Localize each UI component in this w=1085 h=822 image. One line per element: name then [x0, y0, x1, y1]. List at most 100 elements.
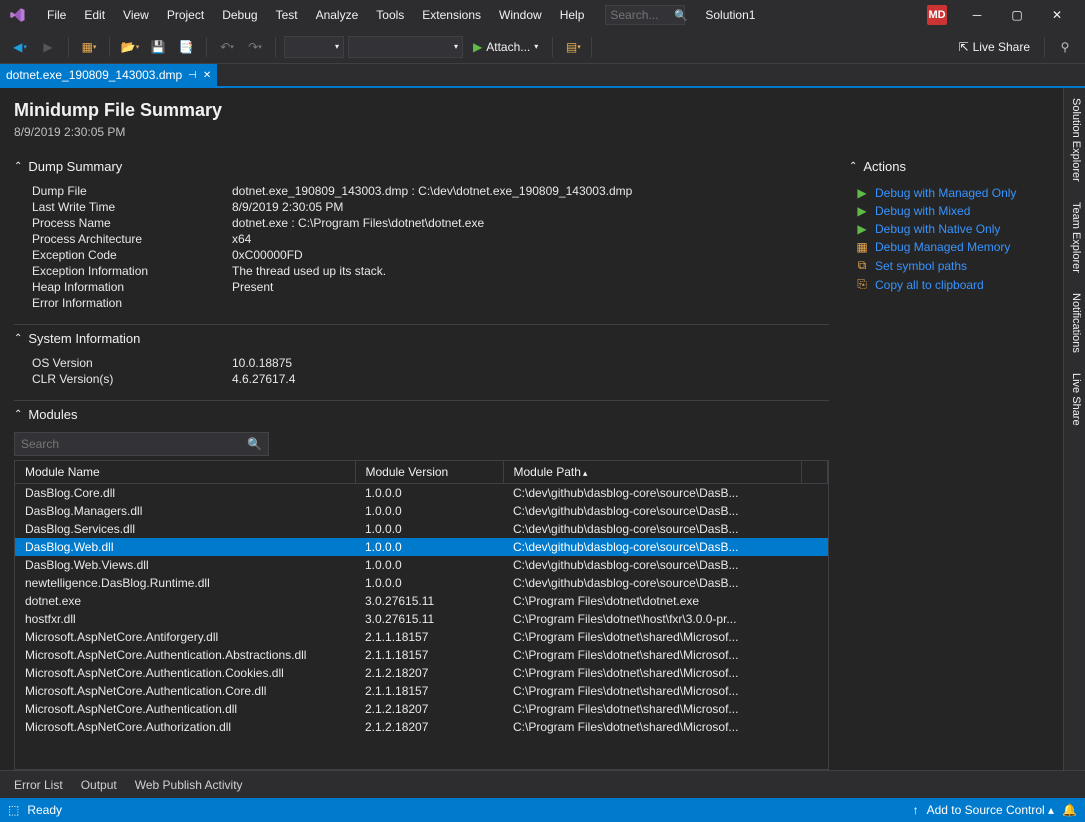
menu-extensions[interactable]: Extensions — [413, 0, 490, 30]
platform-dropdown[interactable]: ▾ — [348, 36, 463, 58]
menu-window[interactable]: Window — [490, 0, 551, 30]
action-copy-all-to-clipboard[interactable]: ⎘Copy all to clipboard — [855, 277, 1049, 292]
vs-logo-icon — [8, 5, 28, 25]
step-button[interactable]: ▤▾ — [561, 35, 585, 59]
close-button[interactable]: ✕ — [1037, 0, 1077, 30]
bottom-tab-output[interactable]: Output — [73, 774, 125, 796]
col-module-path[interactable]: Module Path▴ — [503, 461, 802, 484]
table-row[interactable]: Microsoft.AspNetCore.Authentication.Abst… — [15, 646, 828, 664]
table-row[interactable]: DasBlog.Web.dll1.0.0.0C:\dev\github\dasb… — [15, 538, 828, 556]
section-modules[interactable]: ⌃ Modules — [14, 400, 829, 428]
page-subtitle: 8/9/2019 2:30:05 PM — [14, 125, 1049, 139]
notifications-icon[interactable]: 🔔 — [1062, 803, 1077, 817]
caret-icon: ⌃ — [14, 161, 22, 172]
config-dropdown[interactable]: ▾ — [284, 36, 344, 58]
table-row[interactable]: DasBlog.Services.dll1.0.0.0C:\dev\github… — [15, 520, 828, 538]
action-debug-managed-memory[interactable]: ▦Debug Managed Memory — [855, 240, 1049, 254]
table-row[interactable]: Microsoft.AspNetCore.Authentication.Core… — [15, 682, 828, 700]
dump-value: The thread used up its stack. — [232, 264, 829, 278]
symbol-icon: ⧉ — [855, 258, 869, 273]
table-row[interactable]: Microsoft.AspNetCore.Authentication.Cook… — [15, 664, 828, 682]
play-icon: ▶ — [855, 204, 869, 218]
undo-button[interactable]: ↶▾ — [215, 35, 239, 59]
table-row[interactable]: Microsoft.AspNetCore.Authentication.dll2… — [15, 700, 828, 718]
side-tab-solution-explorer[interactable]: Solution Explorer — [1064, 88, 1085, 192]
bottom-tab-error-list[interactable]: Error List — [6, 774, 71, 796]
search-icon: 🔍 — [247, 437, 262, 451]
sysinfo-value: 10.0.18875 — [232, 356, 829, 370]
pin-icon[interactable]: ⊣ — [188, 70, 197, 81]
new-project-button[interactable]: ▦▾ — [77, 35, 101, 59]
maximize-button[interactable]: ▢ — [997, 0, 1037, 30]
open-file-button[interactable]: 📂▾ — [118, 35, 142, 59]
minimize-button[interactable]: ─ — [957, 0, 997, 30]
table-row[interactable]: Microsoft.AspNetCore.Authorization.dll2.… — [15, 718, 828, 736]
bottom-tool-tabs: Error ListOutputWeb Publish Activity — [0, 770, 1085, 798]
menu-edit[interactable]: Edit — [75, 0, 114, 30]
menu-project[interactable]: Project — [158, 0, 213, 30]
table-row[interactable]: Microsoft.AspNetCore.Antiforgery.dll2.1.… — [15, 628, 828, 646]
dump-label: Exception Information — [32, 264, 232, 278]
table-row[interactable]: newtelligence.DasBlog.Runtime.dll1.0.0.0… — [15, 574, 828, 592]
modules-table: Module NameModule VersionModule Path▴ Da… — [15, 461, 828, 736]
dump-label: Process Name — [32, 216, 232, 230]
action-debug-with-native-only[interactable]: ▶Debug with Native Only — [855, 222, 1049, 236]
attach-button[interactable]: ▶ Attach... ▾ — [467, 35, 544, 59]
quick-search[interactable]: 🔍 — [605, 5, 685, 25]
table-row[interactable]: DasBlog.Core.dll1.0.0.0C:\dev\github\das… — [15, 484, 828, 503]
title-bar: FileEditViewProjectDebugTestAnalyzeTools… — [0, 0, 1085, 30]
user-avatar[interactable]: MD — [927, 5, 947, 25]
table-row[interactable]: hostfxr.dll3.0.27615.11C:\Program Files\… — [15, 610, 828, 628]
sysinfo-value: 4.6.27617.4 — [232, 372, 829, 386]
table-row[interactable]: dotnet.exe3.0.27615.11C:\Program Files\d… — [15, 592, 828, 610]
col-module-version[interactable]: Module Version — [355, 461, 503, 484]
document-tabs: dotnet.exe_190809_143003.dmp ⊣ ✕ — [0, 64, 1085, 88]
action-set-symbol-paths[interactable]: ⧉Set symbol paths — [855, 258, 1049, 273]
sysinfo-label: OS Version — [32, 356, 232, 370]
section-dump-summary[interactable]: ⌃ Dump Summary — [14, 153, 829, 180]
dump-value: 8/9/2019 2:30:05 PM — [232, 200, 829, 214]
menu-analyze[interactable]: Analyze — [307, 0, 368, 30]
live-share-button[interactable]: ⇱ Live Share — [953, 40, 1036, 54]
dump-label: Exception Code — [32, 248, 232, 262]
save-all-button[interactable]: 📑 — [174, 35, 198, 59]
dump-value — [232, 296, 829, 310]
dump-label: Error Information — [32, 296, 232, 310]
action-debug-with-managed-only[interactable]: ▶Debug with Managed Only — [855, 186, 1049, 200]
save-button[interactable]: 💾 — [146, 35, 170, 59]
menu-file[interactable]: File — [38, 0, 75, 30]
close-icon[interactable]: ✕ — [203, 70, 211, 81]
bottom-tab-web-publish-activity[interactable]: Web Publish Activity — [127, 774, 251, 796]
section-system-info[interactable]: ⌃ System Information — [14, 324, 829, 352]
menu-tools[interactable]: Tools — [367, 0, 413, 30]
col-module-name[interactable]: Module Name — [15, 461, 355, 484]
side-tab-team-explorer[interactable]: Team Explorer — [1064, 192, 1085, 283]
module-search[interactable]: 🔍 — [14, 432, 269, 456]
tab-dump-file[interactable]: dotnet.exe_190809_143003.dmp ⊣ ✕ — [0, 64, 217, 86]
section-actions[interactable]: ⌃ Actions — [849, 153, 1049, 180]
publish-icon[interactable]: ↑ — [913, 803, 919, 817]
menu-help[interactable]: Help — [551, 0, 594, 30]
menu-debug[interactable]: Debug — [213, 0, 266, 30]
side-tab-live-share[interactable]: Live Share — [1064, 363, 1085, 436]
nav-forward-button[interactable]: ▶ — [36, 35, 60, 59]
status-icon: ⬚ — [8, 803, 19, 817]
table-row[interactable]: DasBlog.Web.Views.dll1.0.0.0C:\dev\githu… — [15, 556, 828, 574]
side-tab-notifications[interactable]: Notifications — [1064, 283, 1085, 363]
dump-label: Dump File — [32, 184, 232, 198]
memory-icon: ▦ — [855, 240, 869, 254]
live-share-more-button[interactable]: ⚲ — [1053, 35, 1077, 59]
nav-back-button[interactable]: ◀▾ — [8, 35, 32, 59]
sysinfo-label: CLR Version(s) — [32, 372, 232, 386]
redo-button[interactable]: ↷▾ — [243, 35, 267, 59]
menu-test[interactable]: Test — [267, 0, 307, 30]
table-row[interactable]: DasBlog.Managers.dll1.0.0.0C:\dev\github… — [15, 502, 828, 520]
share-icon: ⇱ — [959, 40, 969, 54]
search-input[interactable] — [610, 8, 670, 22]
action-debug-with-mixed[interactable]: ▶Debug with Mixed — [855, 204, 1049, 218]
module-search-input[interactable] — [21, 437, 247, 451]
play-icon: ▶ — [855, 186, 869, 200]
play-icon: ▶ — [855, 222, 869, 236]
menu-view[interactable]: View — [114, 0, 158, 30]
source-control-button[interactable]: Add to Source Control ▴ — [927, 803, 1054, 817]
